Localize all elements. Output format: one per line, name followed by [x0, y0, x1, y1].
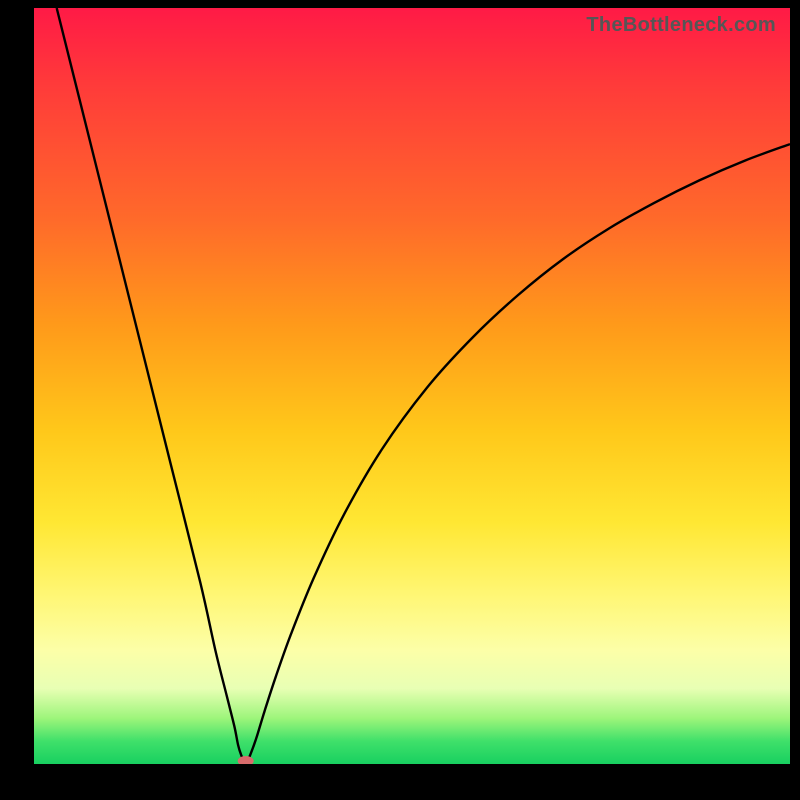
- chart-frame: TheBottleneck.com: [0, 0, 800, 800]
- plot-svg: [34, 8, 790, 764]
- watermark-text: TheBottleneck.com: [586, 14, 776, 37]
- bottleneck-curve: [57, 8, 790, 762]
- plot-area: TheBottleneck.com: [34, 8, 790, 764]
- min-point-marker: [238, 756, 254, 764]
